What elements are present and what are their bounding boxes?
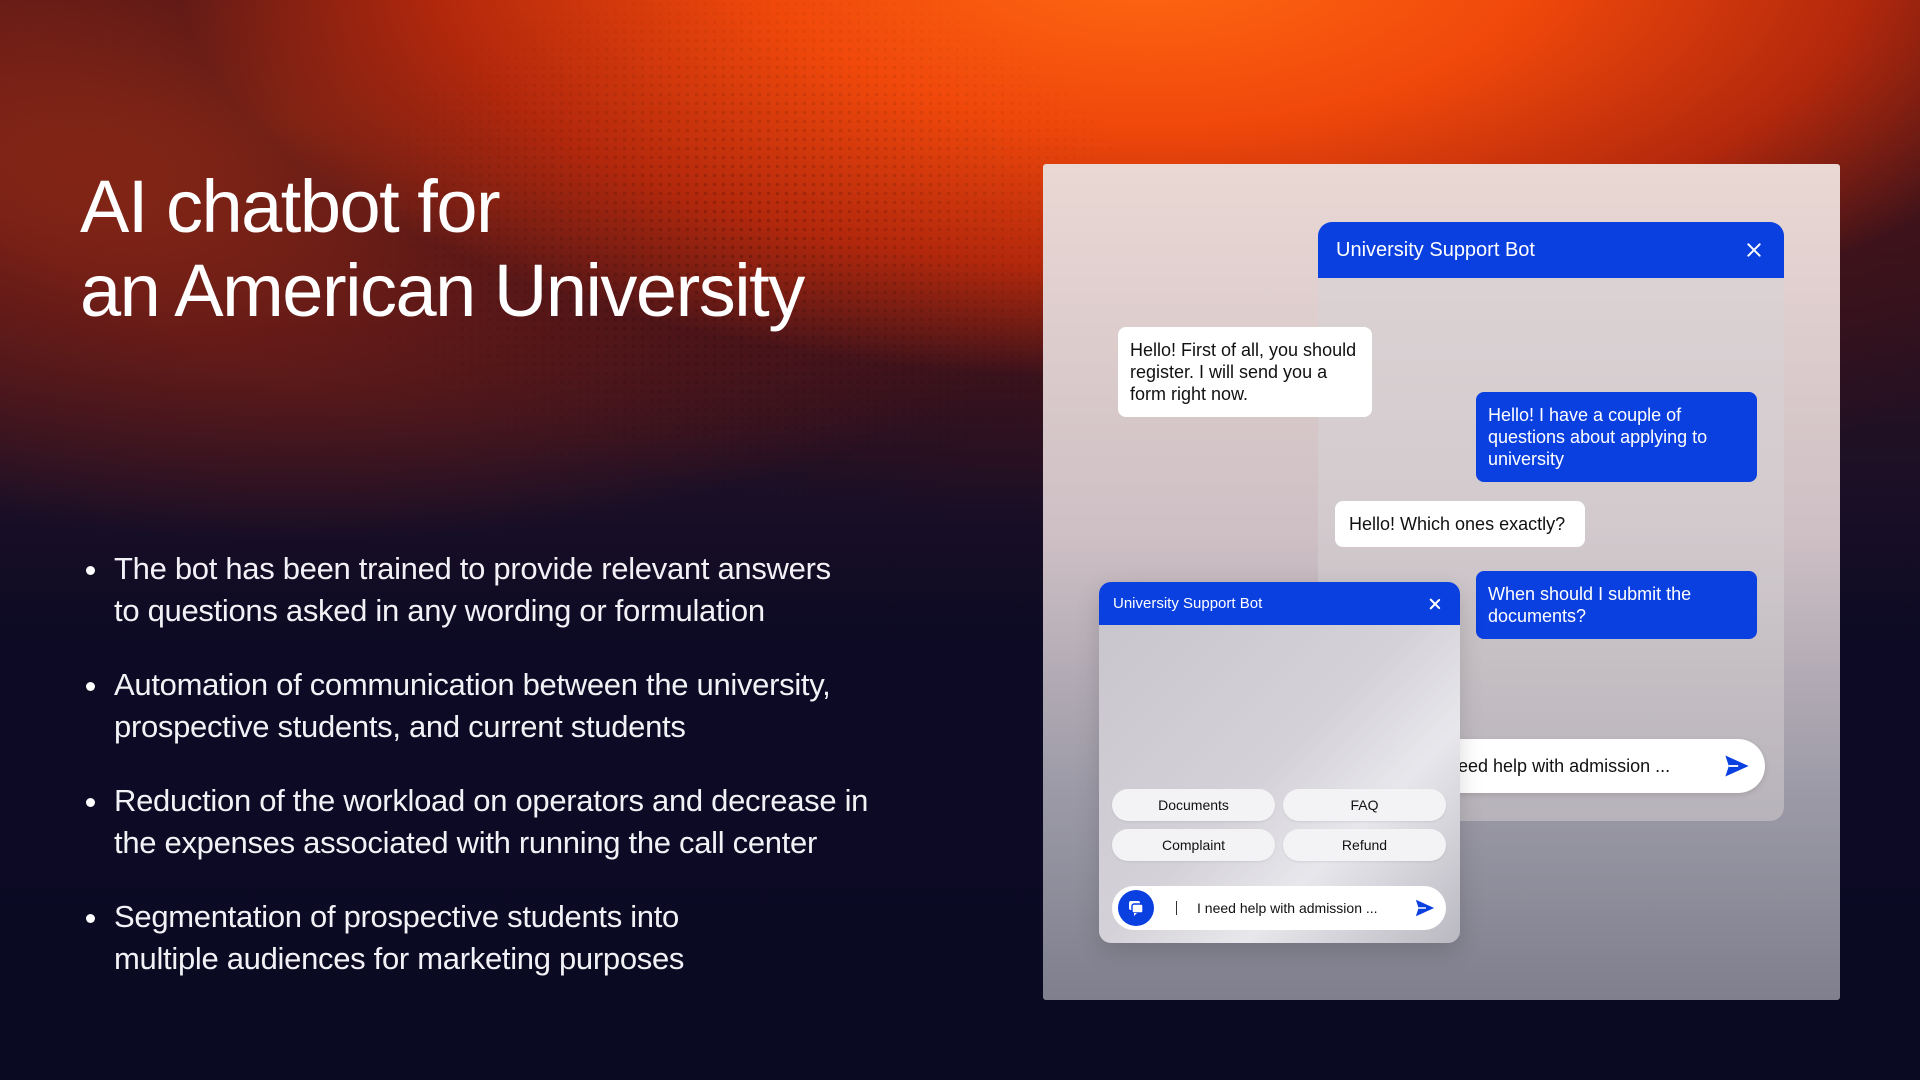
message-input-large[interactable]: eed help with admission ...	[1435, 739, 1765, 793]
message-input-text[interactable]: eed help with admission ...	[1458, 756, 1723, 777]
message-input-small[interactable]: I need help with admission ...	[1112, 886, 1446, 930]
quick-reply-complaint[interactable]: Complaint	[1112, 829, 1275, 861]
close-icon[interactable]	[1744, 240, 1764, 260]
quick-reply-refund[interactable]: Refund	[1283, 829, 1446, 861]
chat-header: University Support Bot	[1318, 222, 1784, 278]
chat-title: University Support Bot	[1113, 595, 1263, 612]
close-icon[interactable]	[1428, 597, 1442, 611]
message-input-text[interactable]: I need help with admission ...	[1197, 900, 1414, 916]
chat-title: University Support Bot	[1336, 238, 1535, 261]
feature-item: Segmentation of prospective students int…	[80, 896, 720, 980]
quick-replies: Documents FAQ Complaint Refund	[1112, 789, 1446, 861]
bot-message: Hello! First of all, you should register…	[1118, 327, 1372, 417]
quick-reply-faq[interactable]: FAQ	[1283, 789, 1446, 821]
send-icon[interactable]	[1414, 897, 1436, 919]
feature-item: Reduction of the workload on operators a…	[80, 780, 880, 864]
slide-title: AI chatbot for an American University	[80, 165, 805, 333]
chat-window-small: University Support Bot Documents FAQ Com…	[1099, 582, 1460, 943]
feature-list: The bot has been trained to provide rele…	[80, 548, 880, 1012]
chat-header: University Support Bot	[1099, 582, 1460, 625]
slide-title-line-1: AI chatbot for	[80, 165, 501, 248]
send-icon[interactable]	[1723, 752, 1751, 780]
feature-item: The bot has been trained to provide rele…	[80, 548, 850, 632]
quick-reply-documents[interactable]: Documents	[1112, 789, 1275, 821]
chat-bubble-icon[interactable]	[1118, 890, 1154, 926]
text-cursor	[1176, 901, 1177, 915]
user-message: Hello! I have a couple of questions abou…	[1476, 392, 1757, 482]
feature-item: Automation of communication between the …	[80, 664, 870, 748]
user-message: When should I submit the documents?	[1476, 571, 1757, 639]
slide-title-line-2: an American University	[80, 249, 805, 332]
bot-message: Hello! Which ones exactly?	[1335, 501, 1585, 547]
